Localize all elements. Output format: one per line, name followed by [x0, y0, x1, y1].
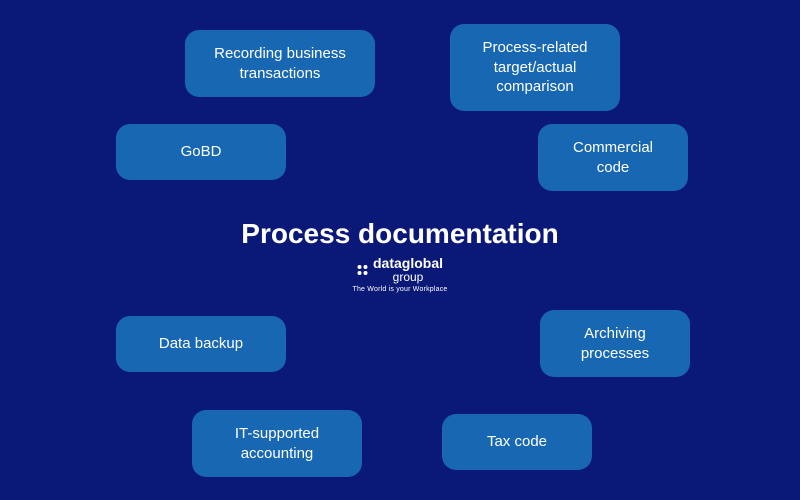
node-it-supported-accounting: IT-supported accounting — [192, 410, 362, 477]
node-process-related-comparison: Process-related target/actual comparison — [450, 24, 620, 111]
diagram-title: Process documentation — [241, 218, 558, 250]
brand-logo: dataglobal group The World is your Workp… — [352, 256, 447, 293]
brand-dots-icon — [357, 265, 367, 275]
node-tax-code: Tax code — [442, 414, 592, 470]
node-commercial-code: Commercial code — [538, 124, 688, 191]
node-archiving-processes: Archiving processes — [540, 310, 690, 377]
brand-tagline: The World is your Workplace — [352, 286, 447, 293]
node-recording-business-transactions: Recording business transactions — [185, 30, 375, 97]
node-gobd: GoBD — [116, 124, 286, 180]
node-data-backup: Data backup — [116, 316, 286, 372]
brand-sub: group — [373, 271, 443, 283]
brand-name: dataglobal — [373, 256, 443, 270]
